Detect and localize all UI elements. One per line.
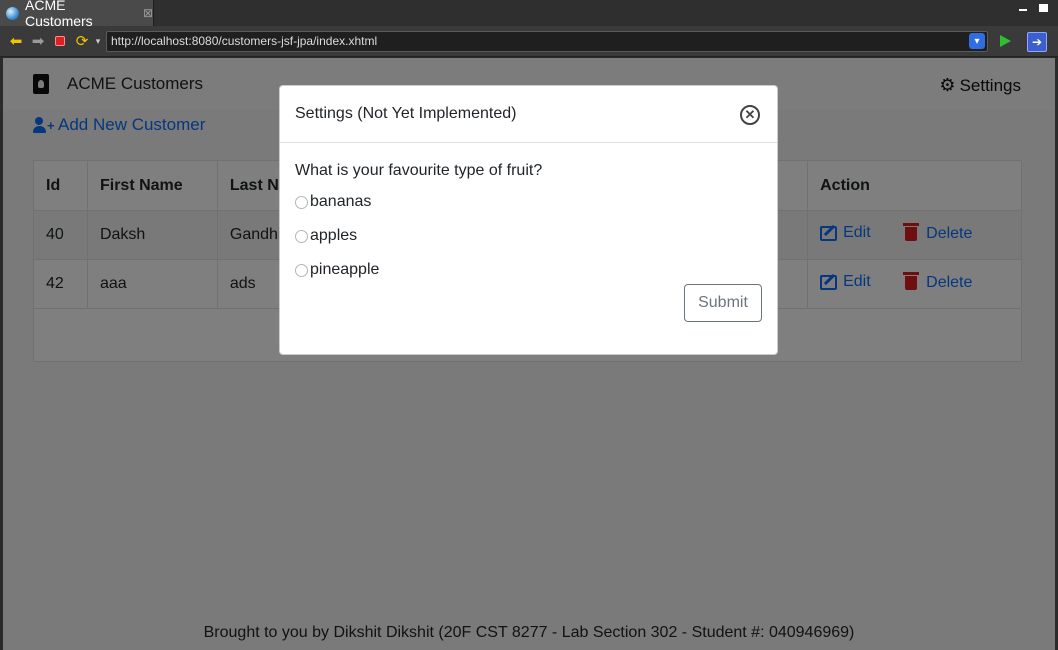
back-icon[interactable]: ⬅ [8,33,24,49]
refresh-dropdown-icon[interactable]: ▾ [90,33,106,49]
go-icon[interactable] [1000,35,1011,47]
browser-tab[interactable]: ACME Customers ⊠ [0,0,154,29]
tab-bar: ACME Customers ⊠ [0,0,1058,29]
browser-toolbar: ⬅ ➡ ⟳ ▾ http://localhost:8080/customers-… [0,26,1058,57]
radio-label: bananas [310,193,372,210]
modal-header: Settings (Not Yet Implemented) ✕ [280,86,777,143]
settings-modal: Settings (Not Yet Implemented) ✕ What is… [279,85,778,355]
close-icon[interactable]: ✕ [740,105,760,125]
radio-label: pineapple [310,261,380,278]
external-browser-icon[interactable]: ➔ [1027,32,1047,52]
refresh-icon[interactable]: ⟳ [74,33,90,49]
stop-icon[interactable] [52,33,68,49]
web-page: ACME Customers ⚙ Settings + Add New Cust… [3,58,1055,650]
fruit-question: What is your favourite type of fruit? [295,162,543,179]
radio-button[interactable] [295,195,308,209]
window-controls [1019,4,1048,12]
radio-option-pineapple[interactable]: pineapple [295,253,765,287]
submit-button[interactable]: Submit [684,284,762,322]
maximize-icon[interactable] [1039,4,1048,12]
radio-option-bananas[interactable]: bananas [295,185,765,219]
minimize-icon[interactable] [1019,9,1027,11]
modal-title: Settings (Not Yet Implemented) [295,105,517,122]
radio-option-apples[interactable]: apples [295,219,765,253]
radio-button[interactable] [295,263,308,277]
modal-body: What is your favourite type of fruit? ba… [295,162,765,296]
tab-close-icon[interactable]: ⊠ [143,6,153,20]
tab-title: ACME Customers [25,0,93,29]
radio-label: apples [310,227,358,244]
url-dropdown-icon[interactable]: ▾ [969,33,985,49]
forward-icon[interactable]: ➡ [30,33,46,49]
globe-icon [6,6,19,20]
url-input[interactable]: http://localhost:8080/customers-jsf-jpa/… [106,31,988,52]
radio-button[interactable] [295,229,308,243]
